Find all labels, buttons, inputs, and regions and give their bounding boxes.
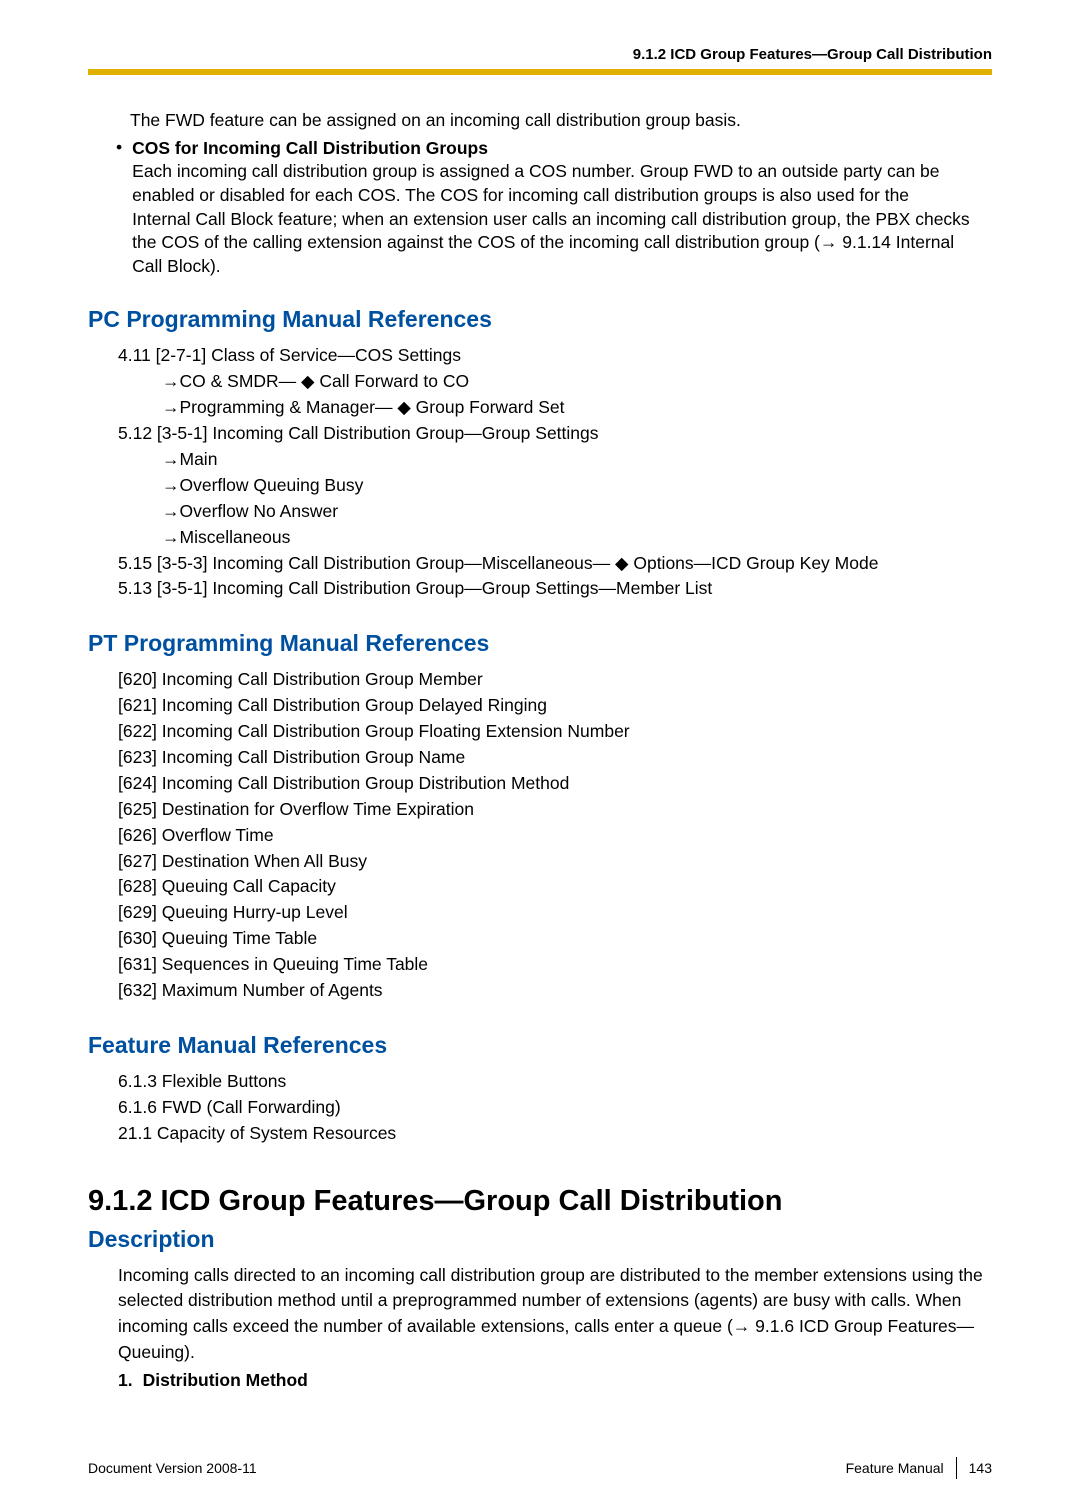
pt-refs-heading: PT Programming Manual References <box>88 630 992 657</box>
pt-ref-line: [625] Destination for Overflow Time Expi… <box>118 797 992 823</box>
intro-line: The FWD feature can be assigned on an in… <box>130 109 984 133</box>
distribution-method-item: 1. Distribution Method <box>118 1370 992 1391</box>
header-rule <box>88 69 992 75</box>
pt-refs-block: [620] Incoming Call Distribution Group M… <box>118 667 992 1004</box>
page-footer: Document Version 2008-11 Feature Manual … <box>88 1451 992 1479</box>
footer-page-number: 143 <box>969 1460 992 1476</box>
pc-ref-line: →Programming & Manager— ◆ Group Forward … <box>162 395 992 421</box>
pc-ref-line: →Overflow Queuing Busy <box>162 473 992 499</box>
item-text: Distribution Method <box>143 1370 308 1391</box>
footer-doc-version: Document Version 2008-11 <box>88 1460 257 1476</box>
feature-refs-block: 6.1.3 Flexible Buttons 6.1.6 FWD (Call F… <box>118 1069 992 1147</box>
feature-ref-line: 6.1.6 FWD (Call Forwarding) <box>118 1095 992 1121</box>
chapter-heading: 9.1.2 ICD Group Features—Group Call Dist… <box>88 1185 992 1218</box>
pt-ref-line: [627] Destination When All Busy <box>118 849 992 875</box>
item-number: 1. <box>118 1370 133 1391</box>
document-page: 9.1.2 ICD Group Features—Group Call Dist… <box>0 0 1080 1507</box>
pc-ref-line: →Overflow No Answer <box>162 499 992 525</box>
feature-refs-heading: Feature Manual References <box>88 1032 992 1059</box>
pt-ref-line: [632] Maximum Number of Agents <box>118 978 992 1004</box>
cos-bullet-body: Each incoming call distribution group is… <box>132 161 970 276</box>
description-body: Incoming calls directed to an incoming c… <box>118 1263 992 1367</box>
pc-ref-line: 4.11 [2-7-1] Class of Service—COS Settin… <box>118 343 992 369</box>
pt-ref-line: [631] Sequences in Queuing Time Table <box>118 952 992 978</box>
pc-refs-heading: PC Programming Manual References <box>88 306 992 333</box>
pt-ref-line: [623] Incoming Call Distribution Group N… <box>118 745 992 771</box>
pt-ref-line: [620] Incoming Call Distribution Group M… <box>118 667 992 693</box>
pc-ref-line: →Main <box>162 447 992 473</box>
pc-refs-block: 4.11 [2-7-1] Class of Service—COS Settin… <box>118 343 992 602</box>
cos-bullet-title: COS for Incoming Call Distribution Group… <box>132 138 488 158</box>
feature-ref-line: 21.1 Capacity of System Resources <box>118 1121 992 1147</box>
pc-ref-line: →Miscellaneous <box>162 525 992 551</box>
description-heading: Description <box>88 1226 992 1253</box>
pt-ref-line: [621] Incoming Call Distribution Group D… <box>118 693 992 719</box>
pt-ref-line: [624] Incoming Call Distribution Group D… <box>118 771 992 797</box>
page-header: 9.1.2 ICD Group Features—Group Call Dist… <box>88 46 992 63</box>
pc-ref-line: 5.13 [3-5-1] Incoming Call Distribution … <box>118 576 992 602</box>
pc-ref-line: →CO & SMDR— ◆ Call Forward to CO <box>162 369 992 395</box>
footer-divider <box>956 1457 957 1479</box>
bullet-marker: • <box>116 137 122 279</box>
pt-ref-line: [622] Incoming Call Distribution Group F… <box>118 719 992 745</box>
pt-ref-line: [628] Queuing Call Capacity <box>118 874 992 900</box>
pt-ref-line: [629] Queuing Hurry-up Level <box>118 900 992 926</box>
footer-right: Feature Manual 143 <box>846 1457 992 1479</box>
pt-ref-line: [626] Overflow Time <box>118 823 992 849</box>
pt-ref-line: [630] Queuing Time Table <box>118 926 992 952</box>
footer-manual-label: Feature Manual <box>846 1460 944 1476</box>
feature-ref-line: 6.1.3 Flexible Buttons <box>118 1069 992 1095</box>
cos-bullet-text: COS for Incoming Call Distribution Group… <box>132 137 972 279</box>
pc-ref-line: 5.12 [3-5-1] Incoming Call Distribution … <box>118 421 992 447</box>
pc-ref-line: 5.15 [3-5-3] Incoming Call Distribution … <box>118 551 992 577</box>
cos-bullet-row: • COS for Incoming Call Distribution Gro… <box>116 137 992 279</box>
